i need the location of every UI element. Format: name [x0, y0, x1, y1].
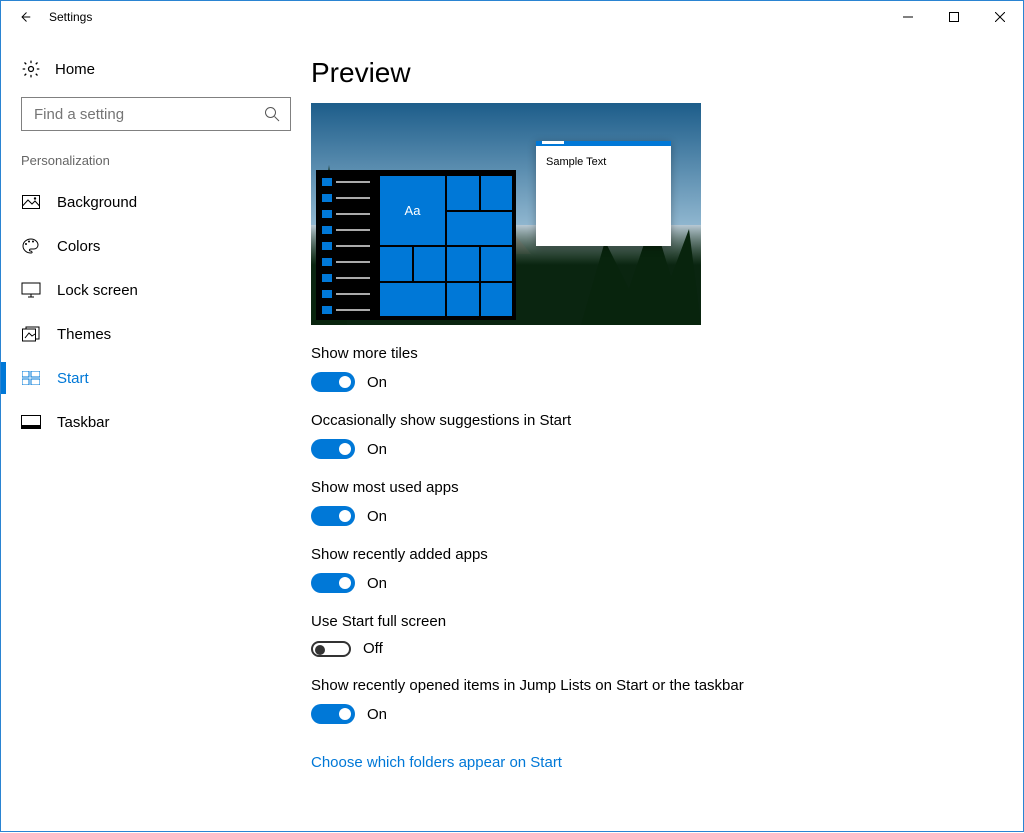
setting-suggestions: Occasionally show suggestions in Start O…: [311, 412, 993, 459]
monitor-icon: [21, 280, 41, 300]
minimize-icon: [903, 12, 913, 22]
toggle-state: On: [367, 706, 387, 723]
choose-folders-link[interactable]: Choose which folders appear on Start: [311, 754, 562, 771]
toggle-state: On: [367, 374, 387, 391]
toggle-full-screen[interactable]: [311, 641, 351, 657]
sidebar-item-label: Taskbar: [57, 414, 110, 431]
picture-icon: [21, 192, 41, 212]
setting-label: Use Start full screen: [311, 613, 993, 630]
toggle-recently-added[interactable]: [311, 573, 355, 593]
sidebar-item-colors[interactable]: Colors: [11, 224, 301, 268]
sidebar-item-label: Start: [57, 370, 89, 387]
setting-full-screen: Use Start full screen Off: [311, 613, 993, 657]
sidebar: Home Personalization Background Colors L…: [1, 33, 311, 833]
toggle-state: Off: [363, 640, 383, 657]
maximize-button[interactable]: [931, 1, 977, 33]
close-button[interactable]: [977, 1, 1023, 33]
toggle-state: On: [367, 508, 387, 525]
preview-window-text: Sample Text: [536, 146, 671, 178]
palette-icon: [21, 236, 41, 256]
setting-recently-added: Show recently added apps On: [311, 546, 993, 593]
preview-tile-sample: Aa: [380, 176, 445, 245]
sidebar-item-label: Lock screen: [57, 282, 138, 299]
maximize-icon: [949, 12, 959, 22]
search-icon: [264, 106, 280, 122]
setting-most-used: Show most used apps On: [311, 479, 993, 526]
toggle-state: On: [367, 575, 387, 592]
setting-label: Show recently opened items in Jump Lists…: [311, 677, 993, 694]
sidebar-item-background[interactable]: Background: [11, 180, 301, 224]
close-icon: [995, 12, 1005, 22]
gear-icon: [21, 59, 41, 79]
toggle-most-used[interactable]: [311, 506, 355, 526]
search-box[interactable]: [21, 97, 291, 131]
preview-window: Sample Text: [536, 141, 671, 246]
category-label: Personalization: [11, 153, 301, 180]
sidebar-item-label: Background: [57, 194, 137, 211]
setting-label: Show recently added apps: [311, 546, 993, 563]
setting-label: Occasionally show suggestions in Start: [311, 412, 993, 429]
sidebar-item-taskbar[interactable]: Taskbar: [11, 400, 301, 444]
taskbar-icon: [21, 412, 41, 432]
themes-icon: [21, 324, 41, 344]
toggle-jump-lists[interactable]: [311, 704, 355, 724]
home-nav[interactable]: Home: [11, 53, 301, 97]
search-input[interactable]: [32, 105, 264, 124]
sidebar-item-label: Colors: [57, 238, 100, 255]
main-content: Preview Aa: [311, 33, 1023, 833]
sidebar-item-start[interactable]: Start: [11, 356, 301, 400]
preview-start-menu: Aa: [316, 170, 516, 320]
preview-thumbnail: Aa Sample Text: [311, 103, 701, 325]
sidebar-item-lock-screen[interactable]: Lock screen: [11, 268, 301, 312]
home-label: Home: [55, 61, 95, 78]
setting-label: Show more tiles: [311, 345, 993, 362]
sidebar-item-themes[interactable]: Themes: [11, 312, 301, 356]
setting-show-more-tiles: Show more tiles On: [311, 345, 993, 392]
sidebar-item-label: Themes: [57, 326, 111, 343]
setting-label: Show most used apps: [311, 479, 993, 496]
toggle-state: On: [367, 441, 387, 458]
titlebar: Settings: [1, 1, 1023, 33]
page-heading: Preview: [311, 57, 993, 89]
back-button[interactable]: [1, 1, 49, 33]
minimize-button[interactable]: [885, 1, 931, 33]
setting-jump-lists: Show recently opened items in Jump Lists…: [311, 677, 993, 724]
start-icon: [21, 368, 41, 388]
toggle-suggestions[interactable]: [311, 439, 355, 459]
back-arrow-icon: [19, 11, 31, 23]
toggle-show-more-tiles[interactable]: [311, 372, 355, 392]
window-title: Settings: [49, 10, 92, 24]
